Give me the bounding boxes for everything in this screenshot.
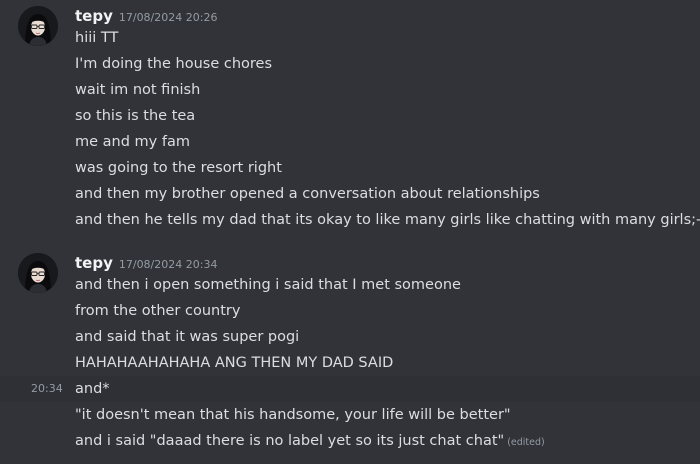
message-header: tepy 17/08/2024 20:34 [75, 253, 217, 273]
message-text: so this is the tea [75, 108, 196, 124]
message-line[interactable]: was going to the resort right [0, 155, 700, 181]
message-text: wait im not finish [75, 82, 201, 98]
message-text: and* [75, 381, 110, 397]
message-line[interactable]: I'm doing the house chores [0, 51, 700, 77]
message-line[interactable]: and then my brother opened a conversatio… [0, 181, 700, 207]
message-line[interactable]: hiii TT [0, 25, 700, 51]
edited-label: (edited) [507, 437, 545, 448]
chat-messages-area: tepy 17/08/2024 20:26 hiii TT I'm doing t… [0, 0, 700, 464]
message-text: and said that it was super pogi [75, 329, 300, 345]
message-line[interactable]: me and my fam [0, 129, 700, 155]
message-line[interactable]: from the other country [0, 298, 700, 324]
message-text: me and my fam [75, 134, 190, 150]
message-timestamp: 17/08/2024 20:34 [118, 258, 218, 271]
message-line[interactable]: and then he tells my dad that its okay t… [0, 207, 700, 233]
message-text: and i said "daaad there is no label yet … [75, 433, 505, 449]
username[interactable]: tepy [75, 7, 113, 25]
message-timestamp: 17/08/2024 20:26 [118, 11, 218, 24]
message-text: and then my brother opened a conversatio… [75, 186, 540, 202]
message-text: from the other country [75, 303, 241, 319]
message-header: tepy 17/08/2024 20:26 [75, 6, 217, 26]
message-text: and then i open something i said that I … [75, 277, 461, 293]
message-line[interactable]: and then i open something i said that I … [0, 272, 700, 298]
message-text: was going to the resort right [75, 160, 282, 176]
message-line[interactable]: "it doesn't mean that his handsome, your… [0, 402, 700, 428]
message-text: and then he tells my dad that its okay t… [75, 212, 700, 228]
message-line[interactable]: so this is the tea [0, 103, 700, 129]
message-text: HAHAHAAHAHAHA ANG THEN MY DAD SAID [75, 355, 394, 371]
message-line[interactable]: wait im not finish [0, 77, 700, 103]
message-text: hiii TT [75, 30, 119, 46]
message-line-hovered[interactable]: 20:34 and* [0, 376, 700, 402]
message-line[interactable]: HAHAHAAHAHAHA ANG THEN MY DAD SAID [0, 350, 700, 376]
message-text: I'm doing the house chores [75, 56, 272, 72]
message-text: "it doesn't mean that his handsome, your… [75, 407, 511, 423]
hover-timestamp: 20:34 [31, 382, 63, 395]
username[interactable]: tepy [75, 254, 113, 272]
message-line[interactable]: and i said "daaad there is no label yet … [0, 428, 700, 454]
message-line[interactable]: and said that it was super pogi [0, 324, 700, 350]
